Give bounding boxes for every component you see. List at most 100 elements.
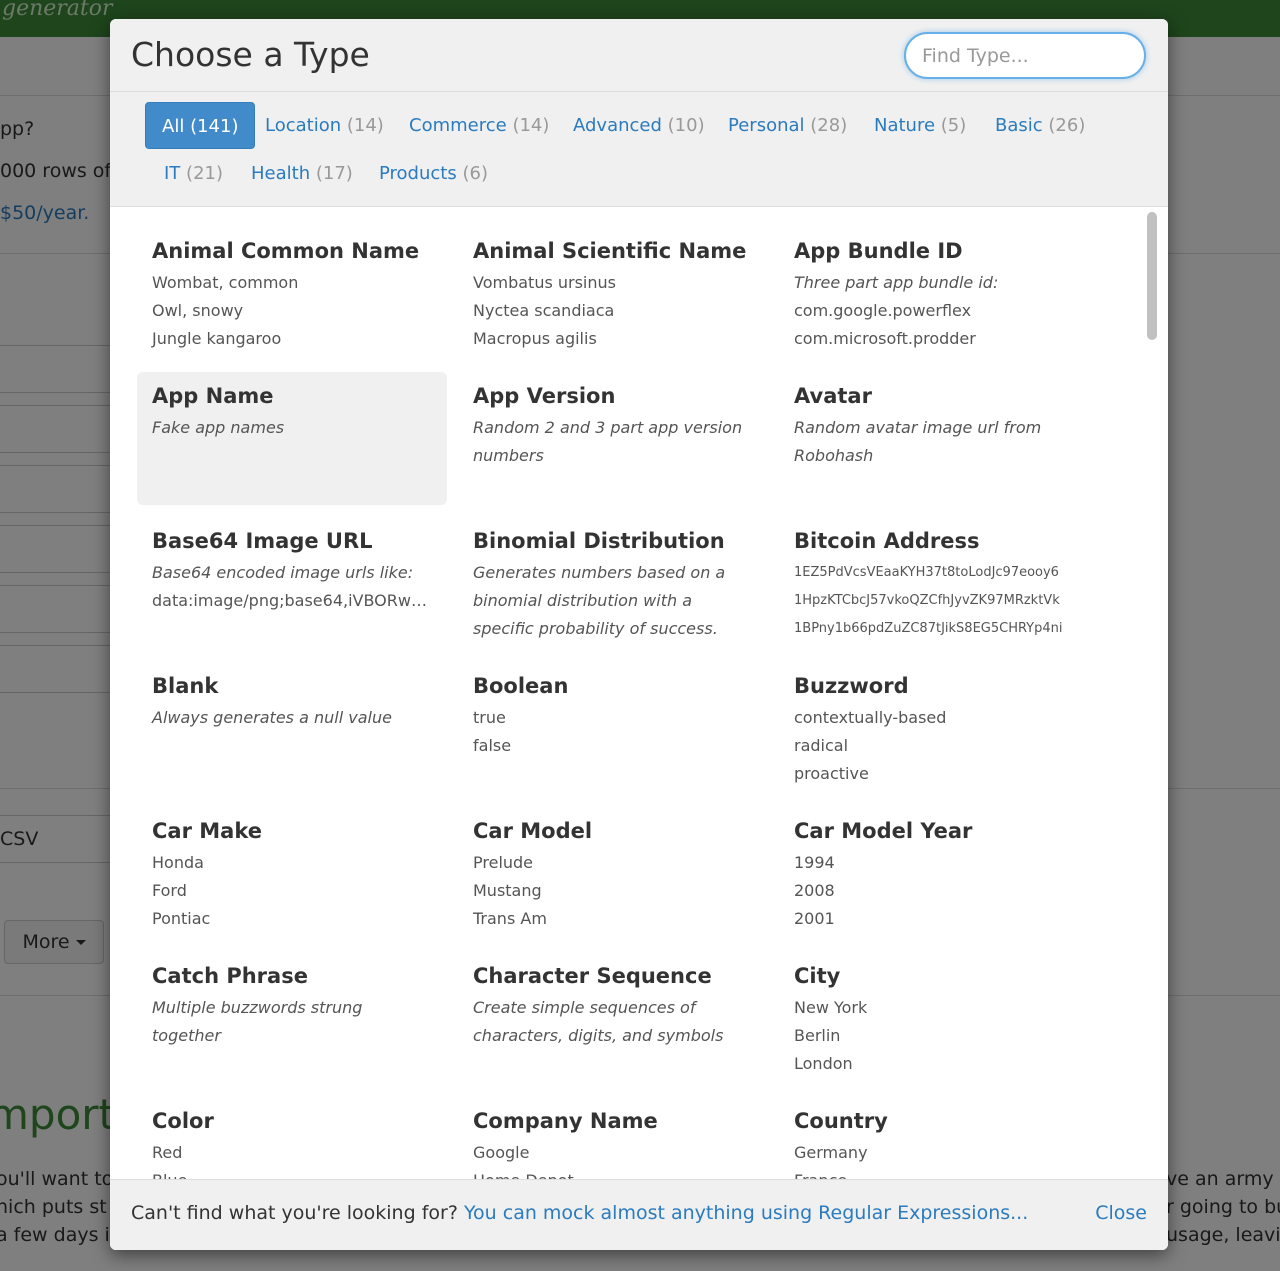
tab-count: (14)	[346, 115, 384, 136]
tab-label: Commerce	[409, 115, 507, 136]
close-button[interactable]: Close	[1095, 1202, 1147, 1224]
scrollbar[interactable]	[1147, 212, 1157, 340]
tab-count: (6)	[462, 163, 488, 184]
type-card[interactable]: Blank Always generates a null value	[137, 662, 447, 795]
type-card[interactable]: Catch Phrase Multiple buzzwords strung t…	[137, 952, 447, 1085]
tab-location[interactable]: Location (14)	[249, 102, 400, 149]
tab-personal[interactable]: Personal (28)	[712, 102, 863, 149]
tab-count: (21)	[186, 163, 223, 184]
type-card[interactable]: Boolean true false	[458, 662, 768, 795]
type-title: Binomial Distribution	[473, 529, 725, 553]
tab-basic[interactable]: Basic (26)	[979, 102, 1101, 149]
tab-health[interactable]: Health (17)	[235, 150, 369, 197]
modal-footer: Can't find what you're looking for? You …	[110, 1179, 1168, 1250]
tab-count: (17)	[315, 163, 353, 184]
type-example: com.microsoft.prodder	[794, 329, 976, 348]
type-card[interactable]: Binomial Distribution Generates numbers …	[458, 517, 768, 650]
tab-count: (14)	[512, 115, 550, 136]
type-card[interactable]: Character Sequence Create simple sequenc…	[458, 952, 768, 1085]
type-title: City	[794, 964, 841, 988]
type-description: Fake app names	[152, 418, 285, 437]
type-title: App Bundle ID	[794, 239, 963, 263]
type-card[interactable]: Base64 Image URL Base64 encoded image ur…	[137, 517, 447, 650]
modal-header: Choose a Type	[110, 19, 1168, 92]
type-example: Red	[152, 1143, 183, 1162]
type-example: Nyctea scandiaca	[473, 301, 615, 320]
type-card[interactable]: App Bundle ID Three part app bundle id: …	[779, 227, 1089, 360]
type-example: 1HpzKTCbcJ57vkoQZCfhJyvZK97MRzktVk	[794, 593, 1060, 608]
type-title: Buzzword	[794, 674, 909, 698]
tab-label: IT	[164, 163, 181, 184]
type-title: Company Name	[473, 1109, 658, 1133]
type-card[interactable]: Bitcoin Address 1EZ5PdVcsVEaaKYH37t8toLo…	[779, 517, 1089, 650]
tab-count: (141)	[190, 116, 239, 137]
tab-commerce[interactable]: Commerce (14)	[393, 102, 565, 149]
type-example: false	[473, 736, 512, 755]
type-example: New York	[794, 998, 868, 1017]
type-title: App Version	[473, 384, 616, 408]
tab-label: Basic	[995, 115, 1043, 136]
type-example: Wombat, common	[152, 273, 299, 292]
type-description: Multiple buzzwords strung together	[152, 998, 363, 1045]
type-example: Trans Am	[473, 909, 547, 928]
type-example: contextually-based	[794, 708, 947, 727]
type-card[interactable]: Car Model Prelude Mustang Trans Am	[458, 807, 768, 940]
type-example: Blue	[152, 1167, 432, 1179]
type-card[interactable]: Company Name Google Home Depot	[458, 1097, 768, 1179]
tab-nature[interactable]: Nature (5)	[858, 102, 982, 149]
type-description: Create simple sequences of characters, d…	[473, 998, 724, 1045]
type-description: Always generates a null value	[152, 708, 392, 727]
type-title: Catch Phrase	[152, 964, 308, 988]
type-card[interactable]: Animal Common Name Wombat, common Owl, s…	[137, 227, 447, 360]
type-card[interactable]: Car Make Honda Ford Pontiac	[137, 807, 447, 940]
type-example: radical	[794, 736, 849, 755]
tab-label: Personal	[728, 115, 805, 136]
type-example: 1BPny1b66pdZuZC87tJikS8EG5CHRYp4ni	[794, 621, 1063, 636]
type-title: Avatar	[794, 384, 872, 408]
type-card[interactable]: Car Model Year 1994 2008 2001	[779, 807, 1089, 940]
type-title: App Name	[152, 384, 274, 408]
regex-link[interactable]: You can mock almost anything using Regul…	[464, 1202, 1028, 1224]
tab-count: (28)	[810, 115, 848, 136]
type-card[interactable]: Avatar Random avatar image url from Robo…	[779, 372, 1089, 505]
type-list: Animal Common Name Wombat, common Owl, s…	[110, 207, 1168, 1179]
type-example: Berlin	[794, 1026, 841, 1045]
type-card[interactable]: City New York Berlin London	[779, 952, 1089, 1085]
tab-label: All	[162, 116, 185, 137]
type-description: Generates numbers based on a binomial di…	[473, 563, 726, 638]
type-card[interactable]: App Version Random 2 and 3 part app vers…	[458, 372, 768, 505]
tab-label: Products	[379, 163, 457, 184]
type-example: Ford	[152, 881, 187, 900]
tab-count: (10)	[667, 115, 705, 136]
type-example: Mustang	[473, 881, 542, 900]
type-card[interactable]: Animal Scientific Name Vombatus ursinus …	[458, 227, 768, 360]
type-example: Google	[473, 1143, 530, 1162]
type-example: Honda	[152, 853, 204, 872]
type-title: Car Model Year	[794, 819, 973, 843]
tab-it[interactable]: IT (21)	[148, 150, 239, 197]
modal-title: Choose a Type	[131, 35, 370, 74]
type-description: Base64 encoded image urls like:	[152, 563, 414, 582]
type-card[interactable]: Country Germany France	[779, 1097, 1089, 1179]
type-title: Base64 Image URL	[152, 529, 373, 553]
type-title: Animal Common Name	[152, 239, 420, 263]
type-example: London	[794, 1054, 853, 1073]
type-card[interactable]: App Name Fake app names	[137, 372, 447, 505]
type-example: Owl, snowy	[152, 301, 244, 320]
type-title: Animal Scientific Name	[473, 239, 747, 263]
type-example: Home Depot	[473, 1167, 753, 1179]
type-card[interactable]: Buzzword contextually-based radical proa…	[779, 662, 1089, 795]
tab-count: (26)	[1048, 115, 1086, 136]
type-card[interactable]: Color Red Blue	[137, 1097, 447, 1179]
type-title: Car Model	[473, 819, 593, 843]
type-example: 1994	[794, 853, 835, 872]
tab-label: Health	[251, 163, 311, 184]
tab-products[interactable]: Products (6)	[363, 150, 504, 197]
type-description: Random 2 and 3 part app version numbers	[473, 418, 743, 465]
find-type-input[interactable]	[904, 32, 1146, 79]
tab-all[interactable]: All (141)	[145, 102, 256, 149]
type-title: Blank	[152, 674, 219, 698]
tab-advanced[interactable]: Advanced (10)	[557, 102, 721, 149]
type-title: Country	[794, 1109, 888, 1133]
type-example: Jungle kangaroo	[152, 329, 282, 348]
